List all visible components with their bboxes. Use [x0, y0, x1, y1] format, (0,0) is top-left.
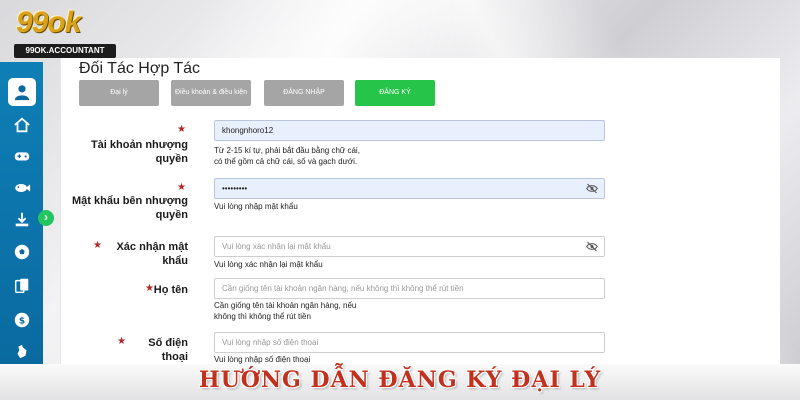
- fullname-input[interactable]: Cần giống tên tài khoản ngân hàng, nếu k…: [214, 278, 605, 299]
- gamepad-icon: [14, 152, 30, 161]
- title-banner: HƯỚNG DẪN ĐĂNG KÝ ĐẠI LÝ: [0, 364, 800, 400]
- soccer-ball-icon: [14, 244, 30, 260]
- required-star: ★: [177, 124, 186, 135]
- tab-register[interactable]: ĐĂNG KÝ: [355, 80, 435, 106]
- fullname-label: Họ tên: [153, 284, 188, 296]
- sidebar-item-games[interactable]: [8, 142, 36, 170]
- sidebar-item-cockfight[interactable]: [8, 338, 36, 366]
- sidebar-toggle-button[interactable]: ›: [38, 210, 54, 226]
- confirm-password-hint: Vui lòng xác nhận lại mật khẩu: [214, 260, 323, 269]
- fullname-hint: Cần giống tên tài khoản ngân hàng, nếu k…: [214, 301, 357, 321]
- coin-icon: $: [14, 312, 30, 328]
- phone-input[interactable]: Vui lòng nhập số điện thoại: [214, 332, 605, 353]
- home-icon: [14, 117, 30, 133]
- sidebar-item-account[interactable]: [8, 78, 36, 106]
- banner-title: HƯỚNG DẪN ĐĂNG KÝ ĐẠI LÝ: [198, 367, 602, 393]
- partner-panel: Đối Tác Hợp Tác Đại lý Điều khoản & điều…: [60, 58, 780, 364]
- account-input[interactable]: khongnhoro12: [214, 120, 605, 141]
- user-icon: [14, 85, 30, 101]
- password-label: Mật khẩu bên nhượng quyền: [71, 195, 188, 221]
- sidebar-item-cards[interactable]: [8, 272, 36, 300]
- sidebar-item-home[interactable]: [8, 111, 36, 139]
- password-hint: Vui lòng nhập mật khẩu: [214, 202, 298, 211]
- sidebar-item-lottery[interactable]: $: [8, 306, 36, 334]
- tab-terms[interactable]: Điều khoản & điều kiện: [171, 80, 251, 106]
- svg-text:$: $: [19, 317, 25, 327]
- tab-login[interactable]: ĐĂNG NHẬP: [264, 80, 344, 106]
- confirm-password-placeholder: Vui lòng xác nhận lại mật khẩu: [222, 242, 331, 251]
- logo-domain: 99OK.ACCOUNTANT: [14, 44, 116, 58]
- eye-slash-icon[interactable]: [586, 183, 598, 194]
- eye-slash-icon[interactable]: [586, 241, 598, 252]
- phone-label: Số điện thoại: [148, 337, 188, 363]
- brand-logo[interactable]: 99ok 99OK.ACCOUNTANT: [14, 6, 116, 58]
- required-star: ★: [177, 182, 186, 193]
- sidebar-item-sports[interactable]: [8, 238, 36, 266]
- tab-agent[interactable]: Đại lý: [79, 80, 159, 106]
- logo-number: 99ok: [16, 6, 81, 39]
- fish-icon: [15, 183, 31, 193]
- confirm-password-label: Xác nhận mật khẩu: [116, 241, 188, 267]
- password-input[interactable]: •••••••••: [214, 178, 605, 199]
- sidebar-item-fishing[interactable]: [8, 174, 36, 202]
- page-title: Đối Tác Hợp Tác: [79, 60, 201, 77]
- sidebar: $: [0, 62, 43, 364]
- cock-icon: [17, 344, 27, 359]
- account-hint: Từ 2-15 kí tự, phải bắt đầu bằng chữ cái…: [214, 146, 360, 166]
- account-label: Tài khoản nhượng quyền: [90, 139, 188, 165]
- confirm-password-input[interactable]: Vui lòng xác nhận lại mật khẩu: [214, 236, 605, 257]
- download-icon: [15, 212, 29, 227]
- cards-icon: [14, 278, 29, 294]
- password-value: •••••••••: [222, 184, 248, 193]
- sidebar-item-download[interactable]: [8, 206, 36, 234]
